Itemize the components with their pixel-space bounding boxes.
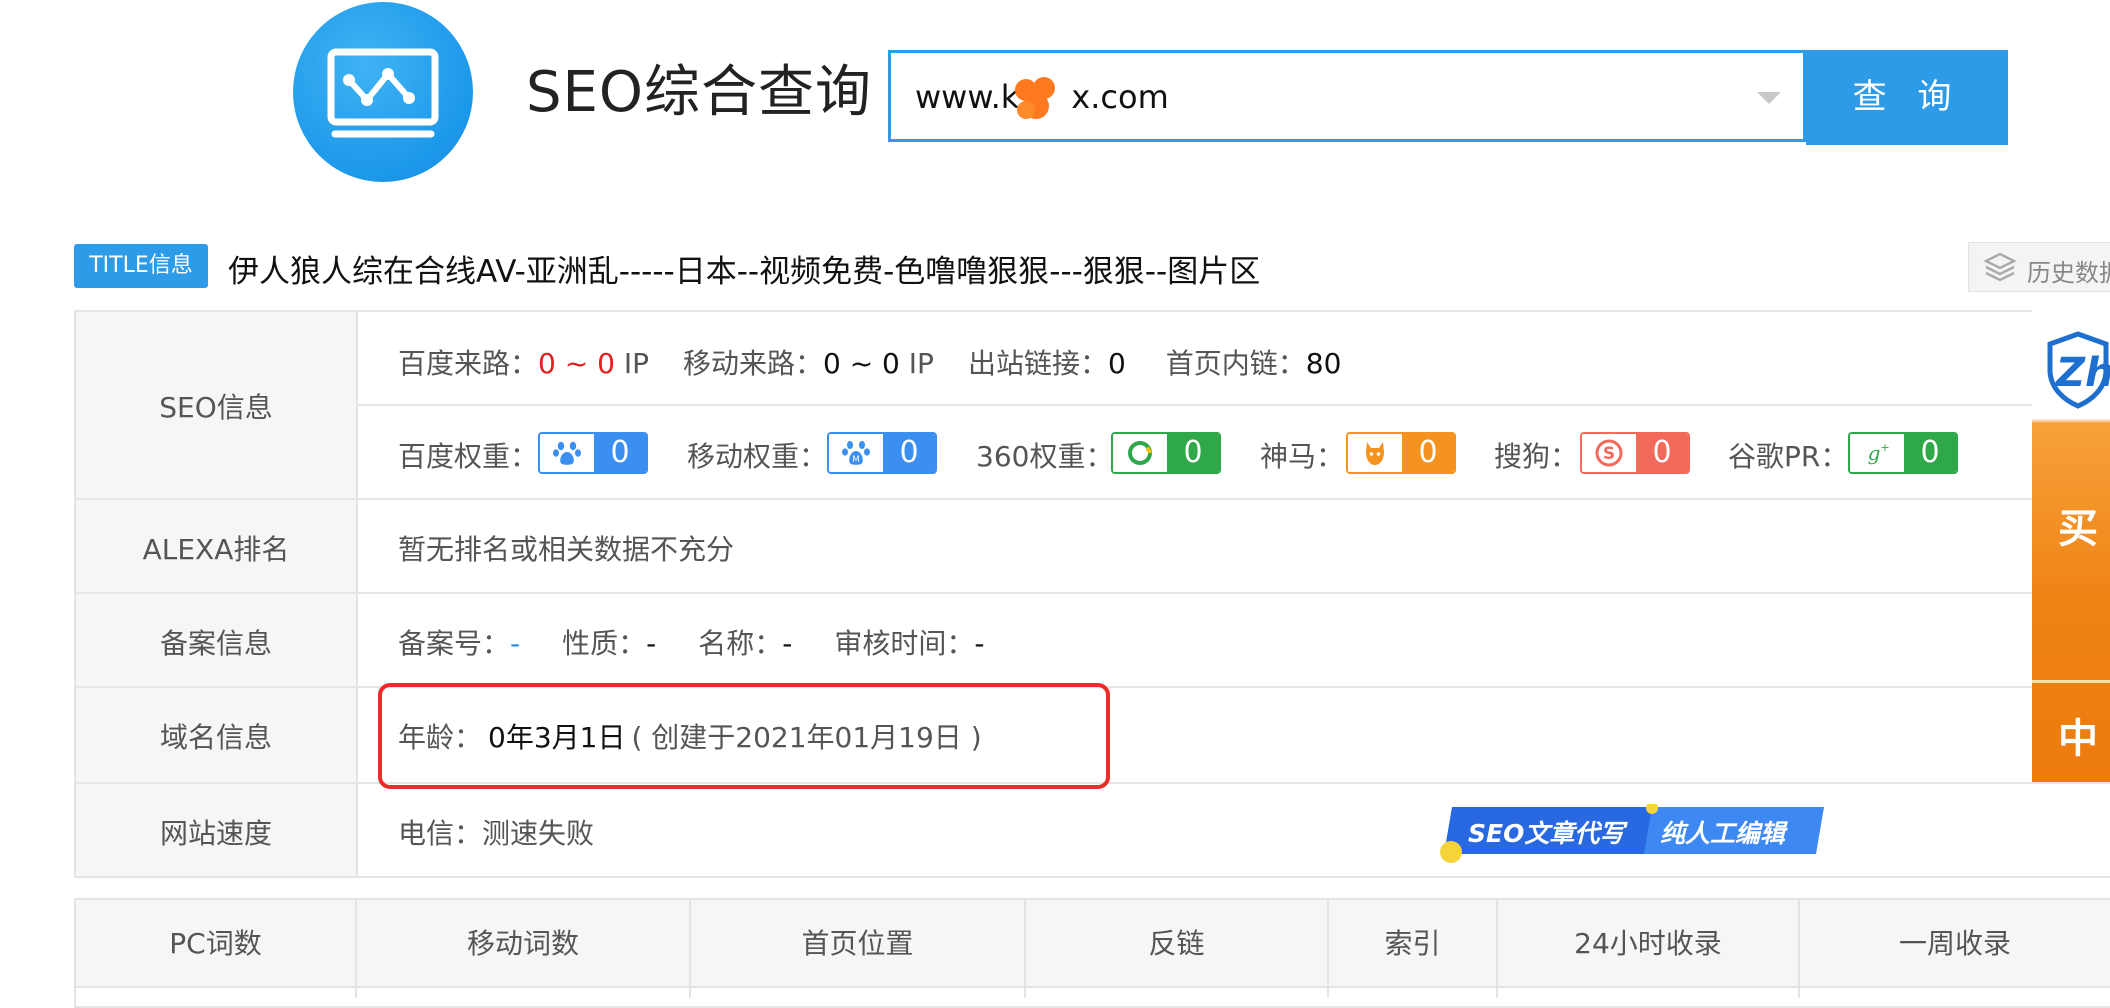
row-label-seo: SEO信息 — [159, 391, 273, 424]
traffic-stats: 百度来路：0 ~ 0 IP 移动来路：0 ~ 0 IP 出站链接：0 首页内链：80 — [398, 342, 1341, 382]
site-logo[interactable] — [293, 2, 473, 182]
divider — [76, 592, 2032, 594]
icp-name-label: 名称： — [698, 627, 783, 660]
mobile-paw-icon: M — [842, 441, 870, 465]
baidu-traffic-unit: IP — [623, 347, 649, 380]
icp-audit-label: 审核时间： — [834, 627, 975, 660]
weight-label-360: 360权重： — [976, 440, 1114, 473]
mobile-traffic-value[interactable]: 0 ~ 0 — [823, 347, 900, 380]
sogou-weight-badge[interactable]: S 0 — [1580, 432, 1690, 474]
shenma-weight-badge[interactable]: 0 — [1346, 432, 1456, 474]
row-label-alexa: ALEXA排名 — [142, 533, 290, 566]
google-pr-value: 0 — [1904, 434, 1956, 472]
svg-text:S: S — [1603, 444, 1615, 464]
table-header-mobile-keywords[interactable]: 移动词数 — [357, 922, 689, 962]
divider — [76, 498, 2032, 500]
svg-text:+: + — [1880, 441, 1889, 454]
shenma-weight-value: 0 — [1402, 434, 1454, 472]
side-ad-logo-text: Zho — [2056, 350, 2110, 396]
weight-label-google: 谷歌PR： — [1728, 440, 1849, 473]
weight-label-baidu: 百度权重： — [398, 440, 539, 473]
redaction-blob-icon — [1015, 77, 1055, 119]
baidu-paw-icon — [553, 441, 581, 465]
row-label-icp: 备案信息 — [159, 627, 272, 660]
monitor-chart-icon — [327, 48, 439, 138]
telecom-label: 电信： — [398, 817, 483, 850]
site-title-text: 伊人狼人综在合线AV-亚洲乱-----日本--视频免费-色噜噜狠狠---狠狠--… — [228, 254, 1261, 290]
svg-text:g: g — [1868, 441, 1881, 465]
baidu-weight-value: 0 — [594, 434, 646, 472]
table-header-index[interactable]: 索引 — [1329, 922, 1496, 962]
highlight-frame — [378, 683, 1110, 789]
side-ad-char-1: 买 — [2058, 506, 2098, 552]
table-header-backlinks[interactable]: 反链 — [1026, 922, 1327, 962]
page-title: SEO综合查询 — [526, 60, 873, 125]
google-pr-badge[interactable]: g + 0 — [1848, 432, 1958, 474]
layers-icon — [1983, 252, 2017, 282]
speed-info: 电信：测速失败 — [398, 812, 594, 852]
shenma-horse-icon — [1366, 442, 1384, 465]
ad-right-text: 纯人工编辑 — [1660, 819, 1786, 848]
outlinks-label: 出站链接： — [967, 347, 1108, 380]
side-advertisement[interactable]: Zho 买 中 — [2032, 310, 2110, 782]
weight-label-sogou: 搜狗： — [1494, 440, 1579, 473]
icp-number-label: 备案号： — [398, 627, 511, 660]
baidu-traffic-label: 百度来路： — [398, 347, 539, 380]
360-ring-icon — [1128, 441, 1152, 465]
mobile-traffic-label: 移动来路： — [682, 347, 823, 380]
360-weight-value: 0 — [1167, 434, 1219, 472]
icp-audit-value: - — [974, 627, 985, 660]
history-data-button[interactable]: 历史数据 — [1968, 242, 2110, 292]
sogou-weight-value: 0 — [1636, 434, 1688, 472]
google-plus-icon: g + — [1868, 441, 1890, 465]
outlinks-value[interactable]: 0 — [1108, 347, 1126, 380]
title-tag: TITLE信息 — [74, 244, 208, 288]
sogou-s-icon: S — [1595, 439, 1623, 467]
row-label-domain: 域名信息 — [159, 721, 272, 754]
icp-nature-label: 性质： — [562, 627, 647, 660]
mobile-weight-value: 0 — [883, 434, 935, 472]
ad-left-text: SEO文章代写 — [1468, 819, 1625, 848]
baidu-weight-badge[interactable]: 0 — [538, 432, 648, 474]
icp-number-value[interactable]: - — [510, 627, 520, 660]
row-label-speed: 网站速度 — [159, 817, 272, 850]
icp-nature-value: - — [646, 627, 657, 660]
divider — [2032, 680, 2110, 683]
table-header-week-indexed[interactable]: 一周收录 — [1800, 922, 2110, 962]
table-header-home-position[interactable]: 首页位置 — [691, 922, 1024, 962]
history-label: 历史数据 — [2027, 259, 2110, 287]
table-header-pc-keywords[interactable]: PC词数 — [76, 922, 355, 962]
chevron-down-icon[interactable] — [1757, 92, 1781, 104]
telecom-value: 测速失败 — [482, 817, 595, 850]
side-ad-char-2: 中 — [2058, 716, 2098, 762]
internal-links-value[interactable]: 80 — [1306, 347, 1342, 380]
seo-writing-ad[interactable]: SEO文章代写 纯人工编辑 — [1436, 804, 1826, 864]
divider — [356, 404, 2032, 406]
seo-info-table — [74, 310, 2110, 878]
mobile-traffic-unit: IP — [908, 347, 934, 380]
360-weight-badge[interactable]: 0 — [1111, 432, 1221, 474]
weight-label-mobile: 移动权重： — [687, 440, 828, 473]
svg-text:M: M — [852, 455, 860, 465]
internal-links-label: 首页内链： — [1165, 347, 1306, 380]
mobile-weight-badge[interactable]: M 0 — [827, 432, 937, 474]
search-value-left: www.k — [915, 78, 1020, 116]
table-header-24h-indexed[interactable]: 24小时收录 — [1498, 922, 1798, 962]
icp-name-value: - — [782, 627, 793, 660]
alexa-rank-text: 暂无排名或相关数据不充分 — [398, 533, 735, 566]
query-button[interactable]: 查 询 — [1806, 50, 2008, 145]
baidu-traffic-value[interactable]: 0 ~ 0 — [538, 347, 615, 380]
icp-info: 备案号：- 性质：- 名称：- 审核时间：- — [398, 622, 985, 662]
weight-label-shenma: 神马： — [1260, 440, 1345, 473]
search-value-right: x.com — [1071, 78, 1169, 116]
